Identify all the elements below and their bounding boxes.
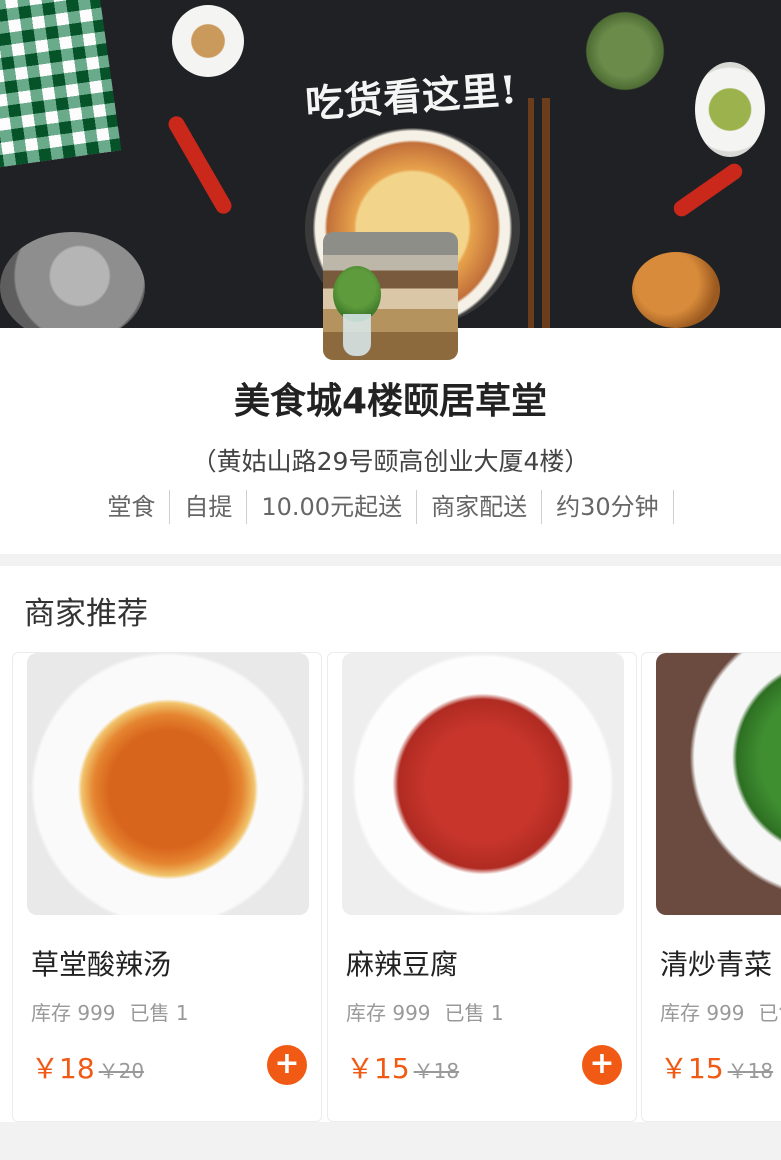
banner-mortar-image (0, 232, 145, 328)
banner-chopsticks-image (528, 98, 550, 328)
dish-original-price: ￥18 (727, 1059, 774, 1083)
dish-name: 清炒青菜 (660, 948, 773, 981)
dish-name: 草堂酸辣汤 (31, 948, 172, 981)
dish-stock: 库存 999 已售 1 (346, 997, 504, 1026)
shop-address: （黄姑山路29号颐高创业大厦4楼） (191, 447, 590, 476)
bottom-divider (0, 1122, 781, 1160)
shop-tag-dine-in: 堂食 (107, 490, 171, 524)
shop-tag-delivery-time: 约30分钟 (542, 490, 674, 524)
dish-name: 麻辣豆腐 (346, 948, 459, 981)
banner-slogan: 吃货看这里! (303, 66, 520, 127)
dish-card[interactable]: 草堂酸辣汤 库存 999 已售 1 ￥18 ￥20 + (12, 652, 322, 1122)
dish-current-price: ￥15 (660, 1052, 724, 1085)
dish-photo-hot-sour-soup[interactable] (27, 653, 309, 915)
banner-herb-image (580, 6, 670, 96)
dish-original-price: ￥18 (413, 1059, 460, 1083)
shop-logo-vase (343, 314, 371, 356)
banner-chili-image (670, 160, 746, 220)
dish-current-price: ￥15 (346, 1052, 410, 1085)
dish-card[interactable]: 清炒青菜 库存 999已售 1 ￥15￥18 + (641, 652, 781, 1122)
dish-stock: 库存 999 已售 1 (31, 997, 189, 1026)
banner-spoon-image (632, 252, 720, 328)
recommend-list[interactable]: 草堂酸辣汤 库存 999 已售 1 ￥18 ￥20 + 麻辣豆腐 库存 999 已售 … (0, 652, 781, 1122)
banner-chili-image (165, 113, 235, 217)
dish-price: ￥15 ￥18 (346, 1047, 459, 1087)
shop-tag-min-order: 10.00元起送 (247, 490, 418, 524)
shop-logo (323, 232, 458, 360)
add-to-cart-button[interactable]: + (582, 1045, 622, 1085)
dish-card[interactable]: 麻辣豆腐 库存 999 已售 1 ￥15 ￥18 + (327, 652, 637, 1122)
dish-stock: 库存 999 已售 1 (660, 997, 781, 1026)
dish-stock-count: 库存 999 (31, 1001, 116, 1025)
dish-price: ￥15 ￥18 (660, 1047, 773, 1087)
shop-name: 美食城4楼颐居草堂 (233, 381, 548, 422)
page: 吃货看这里! 美食城4楼颐居草堂 （黄姑山路29号颐高创业大厦4楼） 堂食 自提… (0, 0, 781, 1160)
dish-stock-count: 库存 999 (660, 1001, 745, 1025)
dish-sold-count: 已售 1 (758, 1001, 781, 1025)
banner-dish-image (172, 5, 244, 77)
dish-stock-count: 库存 999 (346, 1001, 431, 1025)
shop-tag-pickup: 自提 (170, 490, 248, 524)
dish-sold-count: 已售 1 (444, 1001, 504, 1025)
banner-plate-image (695, 62, 765, 157)
shop-tags: 堂食 自提 10.00元起送 商家配送 约30分钟 (0, 490, 781, 524)
dish-current-price: ￥18 (31, 1052, 95, 1085)
shop-tag-delivery: 商家配送 (417, 490, 543, 524)
dish-photo-mapo-tofu[interactable] (342, 653, 624, 915)
banner-checkered-cloth (0, 0, 122, 169)
dish-sold-count: 已售 1 (129, 1001, 189, 1025)
recommend-title: 商家推荐 (24, 596, 148, 632)
dish-original-price: ￥20 (98, 1059, 145, 1083)
add-to-cart-button[interactable]: + (267, 1045, 307, 1085)
dish-price: ￥18 ￥20 (31, 1047, 144, 1087)
dish-photo-stir-fried-greens[interactable] (656, 653, 781, 915)
